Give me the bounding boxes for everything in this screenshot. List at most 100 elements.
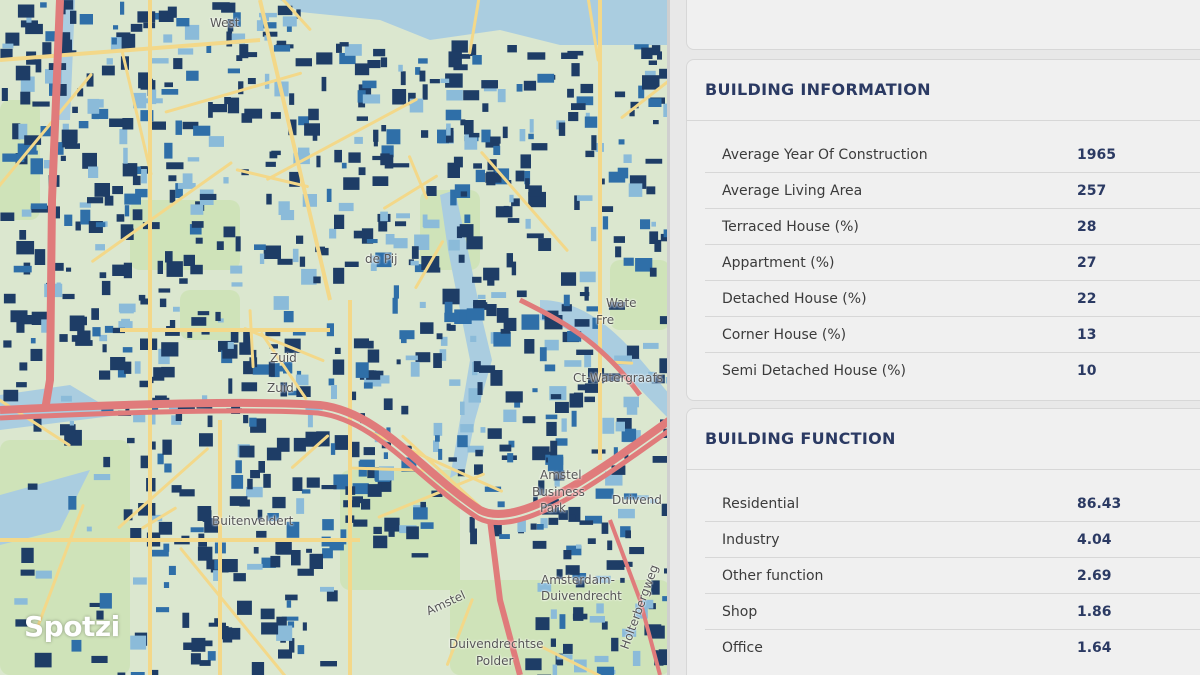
map-place-label: Fre <box>596 313 615 327</box>
building-block <box>247 478 253 490</box>
building-information-list: Average Year Of Construction 1965 Average … <box>687 121 1200 388</box>
building-block <box>165 251 173 263</box>
row-label: Corner House (%) <box>722 326 847 343</box>
building-block <box>2 43 14 49</box>
building-block <box>579 292 590 297</box>
building-block <box>334 149 342 163</box>
building-block <box>527 52 546 60</box>
building-block <box>316 52 333 65</box>
building-block <box>199 660 211 666</box>
map-view[interactable]: West de Pij Zuid Zuid Buitenveldert Amstel Bus… <box>0 0 670 675</box>
building-block <box>210 104 227 113</box>
building-block <box>385 234 395 245</box>
building-block <box>368 340 374 349</box>
building-block <box>296 235 304 244</box>
map-place-label: de Pij <box>365 252 398 266</box>
building-block <box>121 318 130 328</box>
building-block <box>356 116 368 121</box>
building-block <box>520 154 531 169</box>
building-block <box>448 239 460 251</box>
building-block <box>87 197 104 204</box>
building-block <box>229 496 248 506</box>
building-block <box>613 236 625 243</box>
building-block <box>649 267 657 277</box>
building-block <box>256 530 267 538</box>
building-block <box>168 175 177 182</box>
building-block <box>545 414 558 420</box>
map-place-label: Duivendrecht <box>541 589 622 603</box>
building-block <box>306 477 320 488</box>
building-block <box>82 152 97 169</box>
building-block <box>657 51 662 60</box>
building-block <box>164 82 173 88</box>
building-block <box>571 410 577 427</box>
building-block <box>503 409 517 422</box>
building-block <box>99 99 104 108</box>
building-block <box>591 135 597 151</box>
building-block <box>21 209 32 217</box>
building-block <box>231 475 244 489</box>
row-value: 27 <box>1077 254 1097 271</box>
table-row: Semi Detached House (%) 10 <box>705 353 1200 388</box>
building-block <box>466 308 485 321</box>
building-block <box>104 325 114 333</box>
row-label: Semi Detached House (%) <box>722 362 907 379</box>
map-place-label: Wate <box>606 296 637 310</box>
building-block <box>435 435 440 442</box>
building-block <box>601 522 609 534</box>
building-block <box>247 78 256 85</box>
building-block <box>62 293 75 300</box>
building-block <box>110 357 126 371</box>
building-block <box>640 219 651 230</box>
building-block <box>358 167 366 176</box>
building-block <box>362 80 377 89</box>
building-block <box>122 163 138 177</box>
building-block <box>113 25 119 30</box>
building-block <box>86 526 92 532</box>
building-block <box>61 129 78 143</box>
map-place-label: Duivend <box>612 493 662 507</box>
building-block <box>316 155 321 168</box>
building-block <box>292 477 303 491</box>
row-value: 28 <box>1077 218 1097 235</box>
building-block <box>482 103 489 112</box>
building-block <box>266 193 272 205</box>
building-block <box>590 226 597 242</box>
building-block <box>519 129 526 142</box>
building-block <box>173 58 183 70</box>
building-block <box>151 549 169 557</box>
building-block <box>307 413 313 428</box>
building-block <box>380 153 390 166</box>
building-block <box>516 84 523 92</box>
building-block <box>529 119 534 133</box>
building-block <box>419 301 426 308</box>
building-block <box>277 258 293 265</box>
building-block <box>458 254 465 263</box>
building-block <box>119 129 128 145</box>
building-block <box>16 382 27 388</box>
building-block <box>380 375 390 384</box>
building-block <box>354 63 370 76</box>
building-block <box>187 157 200 162</box>
building-block <box>15 65 31 81</box>
building-block <box>237 600 252 615</box>
row-value: 1965 <box>1077 146 1116 163</box>
building-block <box>235 460 242 474</box>
building-block <box>322 548 333 559</box>
building-block <box>393 238 408 249</box>
building-block <box>123 262 132 279</box>
building-block <box>332 359 345 375</box>
building-block <box>193 125 211 136</box>
building-block <box>27 483 38 490</box>
building-block <box>75 340 93 346</box>
building-block <box>247 563 263 570</box>
building-block <box>308 108 319 121</box>
building-block <box>120 1 125 15</box>
building-block <box>477 382 483 395</box>
row-label: Terraced House (%) <box>722 218 859 235</box>
building-block <box>648 60 657 65</box>
building-block <box>392 163 410 168</box>
building-block <box>419 70 426 82</box>
building-block <box>395 221 407 227</box>
building-block <box>497 501 505 508</box>
